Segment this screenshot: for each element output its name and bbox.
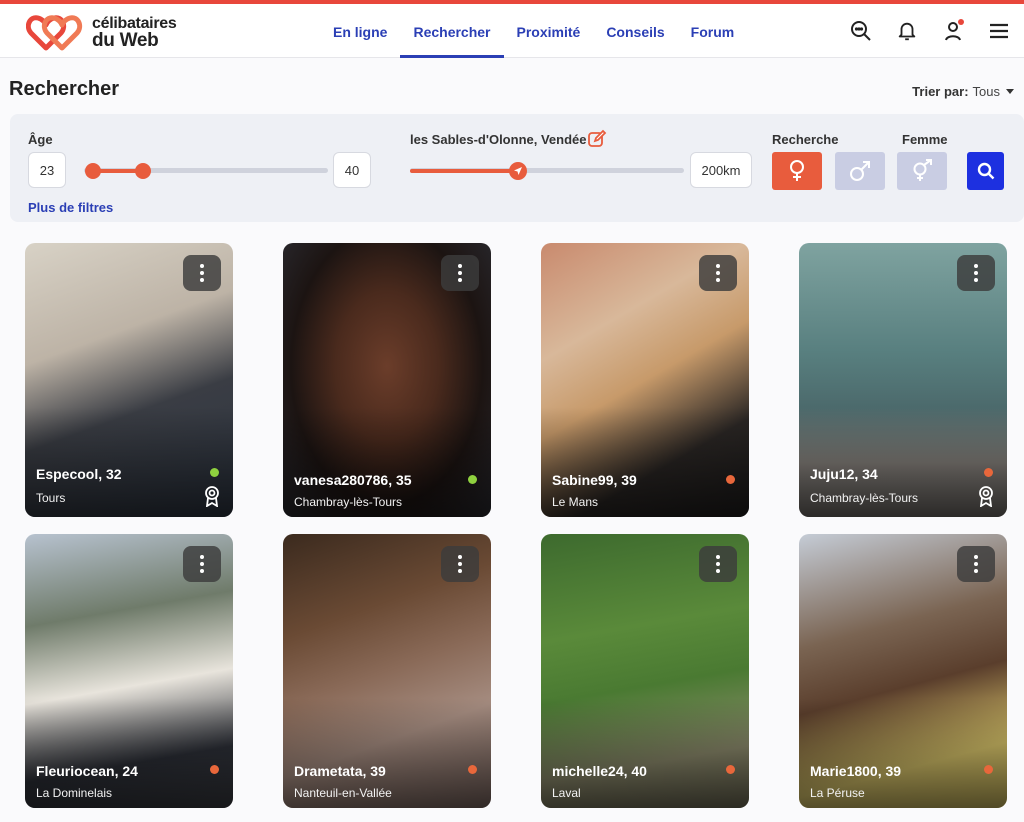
more-vertical-icon <box>458 554 462 575</box>
profile-card[interactable]: vanesa280786, 35 Chambray-lès-Tours <box>283 243 491 517</box>
seeking-label: Recherche <box>772 132 839 147</box>
menu-button[interactable] <box>986 18 1012 44</box>
away-status-dot <box>984 468 993 477</box>
search-button[interactable] <box>967 152 1004 190</box>
profile-card[interactable]: Especool, 32 Tours <box>25 243 233 517</box>
profile-city: Chambray-lès-Tours <box>294 495 403 509</box>
card-menu-button[interactable] <box>957 255 995 291</box>
male-symbol-icon <box>850 161 870 181</box>
radius-input[interactable]: 200km <box>690 152 752 188</box>
profile-name: Especool, 32 <box>36 466 122 482</box>
bell-icon <box>898 22 916 41</box>
card-menu-button[interactable] <box>699 546 737 582</box>
profile-name: Fleuriocean, 24 <box>36 763 138 779</box>
profile-city: Nanteuil-en-Vallée <box>294 786 392 800</box>
main-nav: En ligne Rechercher Proximité Conseils F… <box>320 4 747 58</box>
caret-down-icon <box>1006 89 1014 94</box>
more-filters-link[interactable]: Plus de filtres <box>28 200 113 215</box>
both-genders-toggle-button[interactable] <box>897 152 947 190</box>
profile-city: La Dominelais <box>36 786 113 800</box>
sort-label: Trier par: <box>912 84 969 99</box>
profile-city: La Péruse <box>810 786 865 800</box>
profile-card[interactable]: Fleuriocean, 24 La Dominelais <box>25 534 233 808</box>
site-header: célibataires du Web En ligne Rechercher … <box>0 4 1024 58</box>
sort-value: Tous <box>972 84 1000 99</box>
nav-rechercher[interactable]: Rechercher <box>400 4 504 58</box>
more-vertical-icon <box>974 263 978 284</box>
logo[interactable]: célibataires du Web <box>26 10 186 54</box>
away-status-dot <box>726 475 735 484</box>
card-menu-button[interactable] <box>957 546 995 582</box>
chat-search-button[interactable] <box>848 18 874 44</box>
profile-name: vanesa280786, 35 <box>294 472 412 488</box>
away-status-dot <box>726 765 735 774</box>
profile-city: Tours <box>36 491 66 505</box>
gender-label: Femme <box>902 132 948 147</box>
profile-card[interactable]: Marie1800, 39 La Péruse <box>799 534 1007 808</box>
edit-location-icon[interactable] <box>587 129 607 149</box>
more-vertical-icon <box>974 554 978 575</box>
away-status-dot <box>984 765 993 774</box>
card-menu-button[interactable] <box>183 546 221 582</box>
page-title: Rechercher <box>9 78 120 100</box>
age-min-handle[interactable] <box>85 163 101 179</box>
radius-slider-range <box>410 169 518 173</box>
profile-city: Chambray-lès-Tours <box>810 491 919 505</box>
away-status-dot <box>210 765 219 774</box>
search-icon <box>977 162 994 180</box>
away-status-dot <box>468 765 477 774</box>
filter-panel: Âge 23 40 les Sables-d'Olonne, Vendée 20… <box>10 114 1024 222</box>
profile-name: Sabine99, 39 <box>552 472 637 488</box>
profile-card[interactable]: Juju12, 34 Chambray-lès-Tours <box>799 243 1007 517</box>
age-min-input[interactable]: 23 <box>28 152 66 188</box>
online-status-dot <box>210 468 219 477</box>
more-vertical-icon <box>200 554 204 575</box>
more-vertical-icon <box>200 263 204 284</box>
chat-search-icon <box>851 21 871 41</box>
profile-card[interactable]: Sabine99, 39 Le Mans <box>541 243 749 517</box>
nav-forum[interactable]: Forum <box>678 4 748 58</box>
nav-en-ligne[interactable]: En ligne <box>320 4 400 58</box>
navigation-arrow-icon <box>514 167 522 175</box>
profile-name: Juju12, 34 <box>810 466 878 482</box>
profile-name: michelle24, 40 <box>552 763 647 779</box>
female-symbol-icon <box>790 160 804 181</box>
sort-dropdown[interactable]: Trier par: Tous <box>912 84 1014 99</box>
card-menu-button[interactable] <box>183 255 221 291</box>
online-status-dot <box>468 475 477 484</box>
hamburger-icon <box>990 23 1008 39</box>
nav-proximite[interactable]: Proximité <box>504 4 594 58</box>
profile-button[interactable] <box>940 18 966 44</box>
more-vertical-icon <box>458 263 462 284</box>
profile-card[interactable]: michelle24, 40 Laval <box>541 534 749 808</box>
location-label: les Sables-d'Olonne, Vendée <box>410 132 587 147</box>
profile-name: Marie1800, 39 <box>810 763 902 779</box>
age-max-input[interactable]: 40 <box>333 152 371 188</box>
more-vertical-icon <box>716 263 720 284</box>
profile-city: Le Mans <box>552 495 599 509</box>
card-menu-button[interactable] <box>441 546 479 582</box>
card-menu-button[interactable] <box>441 255 479 291</box>
notifications-button[interactable] <box>894 18 920 44</box>
profile-notification-dot <box>958 19 964 25</box>
nav-conseils[interactable]: Conseils <box>593 4 677 58</box>
gender-both-icon <box>913 159 932 181</box>
hearts-logo-icon <box>26 15 83 51</box>
profile-city: Laval <box>552 786 581 800</box>
female-toggle-button[interactable] <box>772 152 822 190</box>
award-badge-icon <box>979 486 993 507</box>
age-max-handle[interactable] <box>135 163 151 179</box>
age-label: Âge <box>28 132 53 147</box>
radius-handle[interactable] <box>509 162 527 180</box>
award-badge-icon <box>205 486 219 507</box>
profile-card[interactable]: Drametata, 39 Nanteuil-en-Vallée <box>283 534 491 808</box>
male-toggle-button[interactable] <box>835 152 885 190</box>
more-vertical-icon <box>716 554 720 575</box>
card-menu-button[interactable] <box>699 255 737 291</box>
logo-text-bottom: du Web <box>92 30 159 51</box>
profile-name: Drametata, 39 <box>294 763 386 779</box>
